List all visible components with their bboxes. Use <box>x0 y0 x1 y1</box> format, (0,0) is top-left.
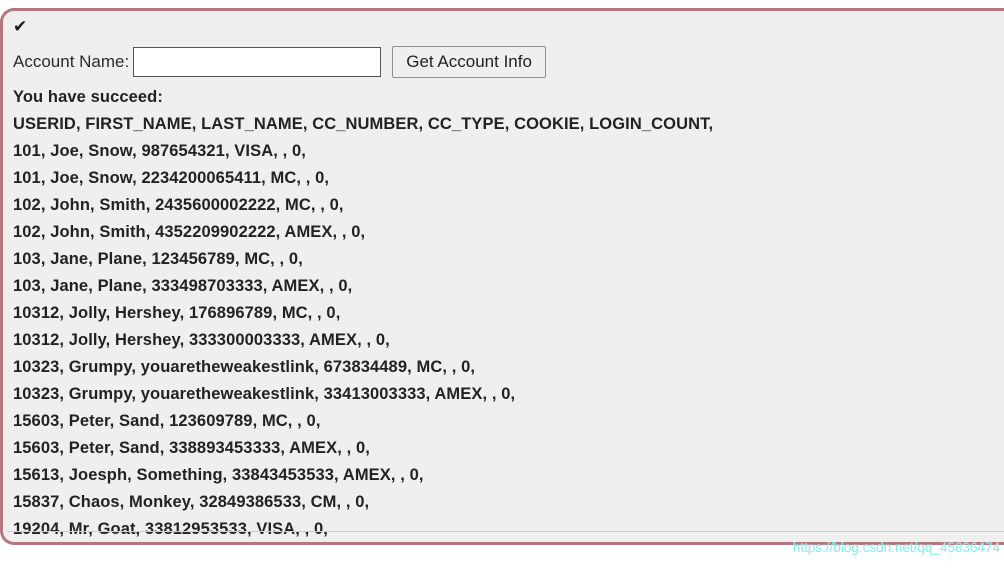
bottom-divider <box>7 531 1004 532</box>
result-row: 10323, Grumpy, youaretheweakestlink, 673… <box>13 358 476 376</box>
get-account-info-button[interactable]: Get Account Info <box>392 46 546 78</box>
result-row: 101, Joe, Snow, 2234200065411, MC, , 0, <box>13 169 330 187</box>
result-row: 19204, Mr, Goat, 33812953533, VISA, , 0, <box>13 520 328 538</box>
account-info-panel: ✔ Account Name: Get Account Info You hav… <box>0 8 1004 545</box>
results-rows: 101, Joe, Snow, 987654321, VISA, , 0, 101… <box>13 138 1004 542</box>
check-icon: ✔ <box>13 17 28 37</box>
account-name-label: Account Name: <box>13 52 130 71</box>
result-row: 10312, Jolly, Hershey, 333300003333, AME… <box>13 331 390 349</box>
results-output: You have succeed: USERID, FIRST_NAME, LA… <box>13 84 1004 542</box>
result-row: 15603, Peter, Sand, 338893453333, AMEX, … <box>13 439 370 457</box>
result-row: 15603, Peter, Sand, 123609789, MC, , 0, <box>13 412 321 430</box>
status-message: You have succeed: <box>13 88 163 106</box>
account-lookup-form: Account Name: Get Account Info <box>13 45 1004 79</box>
account-name-input[interactable] <box>133 47 382 77</box>
page-root: ✔ Account Name: Get Account Info You hav… <box>0 0 1004 569</box>
result-row: 15613, Joesph, Something, 33843453533, A… <box>13 466 424 484</box>
result-row: 102, John, Smith, 2435600002222, MC, , 0… <box>13 196 344 214</box>
result-row: 103, Jane, Plane, 123456789, MC, , 0, <box>13 250 303 268</box>
result-row: 10312, Jolly, Hershey, 176896789, MC, , … <box>13 304 341 322</box>
result-row: 15837, Chaos, Monkey, 32849386533, CM, ,… <box>13 493 370 511</box>
result-row: 103, Jane, Plane, 333498703333, AMEX, , … <box>13 277 353 295</box>
result-row: 10323, Grumpy, youaretheweakestlink, 334… <box>13 385 516 403</box>
csdn-watermark: https://blog.csdn.net/qq_45836474 <box>792 540 1000 555</box>
results-header-row: USERID, FIRST_NAME, LAST_NAME, CC_NUMBER… <box>13 115 714 133</box>
panel-content: ✔ Account Name: Get Account Info You hav… <box>3 11 1004 542</box>
result-row: 102, John, Smith, 4352209902222, AMEX, ,… <box>13 223 366 241</box>
result-row: 101, Joe, Snow, 987654321, VISA, , 0, <box>13 142 306 160</box>
